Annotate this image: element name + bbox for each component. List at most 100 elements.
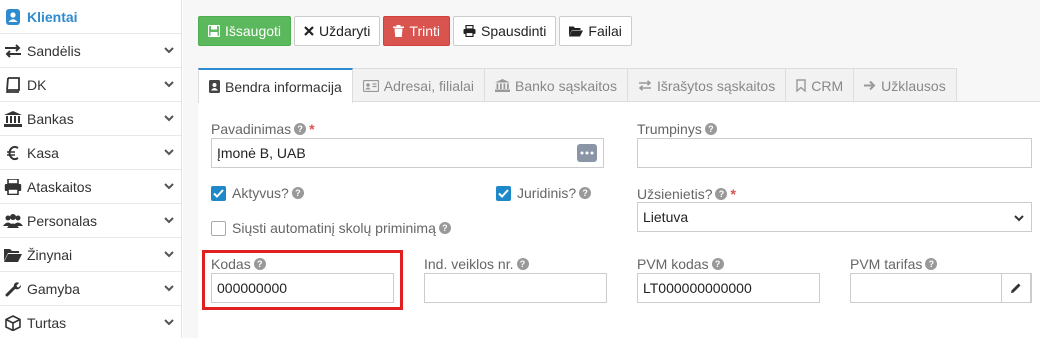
sidebar-item-sandelis[interactable]: Sandėlis bbox=[0, 34, 181, 68]
sidebar-item-label: Klientai bbox=[27, 8, 78, 25]
person-card-icon bbox=[2, 7, 24, 27]
sidebar-item-kasa[interactable]: Kasa bbox=[0, 136, 181, 170]
help-icon[interactable]: ? bbox=[438, 222, 451, 234]
help-icon[interactable]: ? bbox=[704, 123, 717, 135]
pavadinimas-value: Įmonė B, UAB bbox=[217, 145, 306, 161]
printer-icon bbox=[2, 177, 24, 197]
tab-label: Užklausos bbox=[881, 77, 946, 94]
print-button-label: Spausdinti bbox=[481, 23, 547, 39]
kodas-label: Kodas ? bbox=[211, 256, 266, 272]
print-button[interactable]: Spausdinti bbox=[453, 16, 557, 46]
trumpinys-label: Trumpinys ? bbox=[637, 121, 717, 137]
pvm-tarifas-label-text: PVM tarifas bbox=[850, 256, 923, 272]
cube-icon bbox=[2, 313, 24, 333]
trumpinys-label-text: Trumpinys bbox=[637, 121, 702, 137]
aktyvus-label: Aktyvus? bbox=[232, 185, 289, 201]
tab-label: Išrašytos sąskaitos bbox=[656, 77, 776, 94]
chevron-down-icon bbox=[164, 149, 174, 156]
files-button-label: Failai bbox=[588, 23, 622, 39]
tab-label: Bendra informacija bbox=[225, 78, 342, 95]
arrow-right-icon bbox=[864, 80, 876, 91]
sidebar-item-bankas[interactable]: Bankas bbox=[0, 102, 181, 136]
ind-veiklos-input[interactable] bbox=[424, 273, 607, 303]
close-button-label: Uždaryti bbox=[319, 23, 371, 39]
uzsienietis-label-text: Užsienietis? bbox=[637, 186, 713, 202]
tab-crm[interactable]: CRM bbox=[785, 68, 855, 102]
close-button[interactable]: Uždaryti bbox=[294, 16, 381, 46]
ind-veiklos-label: Ind. veiklos nr. ? bbox=[424, 256, 529, 272]
arrows-exchange-icon bbox=[2, 41, 24, 61]
ellipsis-icon[interactable] bbox=[577, 144, 597, 162]
tab-adresai-filialai[interactable]: Adresai, filialai bbox=[351, 68, 485, 102]
tab-israsytos-saskaitos[interactable]: Išrašytos sąskaitos bbox=[626, 68, 787, 102]
files-button[interactable]: Failai bbox=[559, 16, 632, 46]
help-icon[interactable]: ? bbox=[711, 258, 724, 270]
checkbox-checked-icon bbox=[496, 185, 511, 201]
sidebar-item-label: DK bbox=[27, 76, 47, 93]
tab-bendra-informacija[interactable]: Bendra informacija bbox=[198, 68, 353, 103]
save-button[interactable]: Išsaugoti bbox=[198, 16, 292, 46]
app-root: Klientai Sandėlis DK Bankas Kasa Ataskai… bbox=[0, 0, 1040, 338]
bank-icon bbox=[2, 109, 24, 129]
sidebar-item-klientai[interactable]: Klientai bbox=[0, 0, 181, 34]
wrench-icon bbox=[2, 279, 24, 299]
checkbox-unchecked-icon bbox=[211, 220, 226, 236]
pavadinimas-label: Pavadinimas ? * bbox=[211, 121, 315, 137]
sidebar-item-label: Gamyba bbox=[27, 280, 80, 297]
tab-label: CRM bbox=[811, 77, 844, 94]
delete-button[interactable]: Trinti bbox=[383, 16, 450, 46]
sidebar-item-label: Bankas bbox=[27, 110, 74, 127]
chevron-down-icon bbox=[164, 319, 174, 326]
pencil-icon[interactable] bbox=[1001, 273, 1031, 303]
address-card-icon bbox=[362, 79, 379, 92]
uzsienietis-select[interactable]: Lietuva bbox=[637, 202, 1032, 232]
pvm-kodas-input[interactable]: LT000000000000 bbox=[637, 273, 820, 303]
siusti-priminima-label: Siųsti automatinį skolų priminimą bbox=[232, 220, 436, 236]
sidebar: Klientai Sandėlis DK Bankas Kasa Ataskai… bbox=[0, 0, 182, 338]
delete-button-label: Trinti bbox=[409, 23, 440, 39]
sidebar-item-gamyba[interactable]: Gamyba bbox=[0, 272, 181, 306]
sidebar-item-personalas[interactable]: Personalas bbox=[0, 204, 181, 238]
chevron-down-icon bbox=[164, 81, 174, 88]
pvm-kodas-label-text: PVM kodas bbox=[637, 256, 709, 272]
sidebar-item-dk[interactable]: DK bbox=[0, 68, 181, 102]
siusti-priminima-checkbox[interactable]: Siųsti automatinį skolų priminimą ? bbox=[211, 220, 451, 236]
uzsienietis-value: Lietuva bbox=[643, 209, 689, 225]
help-icon[interactable]: ? bbox=[516, 258, 529, 270]
bookmark-icon bbox=[796, 79, 806, 92]
sidebar-item-zinynai[interactable]: Žinynai bbox=[0, 238, 181, 272]
book-icon bbox=[2, 75, 24, 95]
tab-uzklausos[interactable]: Užklausos bbox=[853, 68, 957, 102]
tab-banko-saskaitos[interactable]: Banko sąskaitos bbox=[484, 68, 628, 102]
help-icon[interactable]: ? bbox=[294, 123, 307, 135]
sidebar-item-label: Sandėlis bbox=[27, 42, 81, 59]
folder-open-icon bbox=[2, 245, 24, 265]
sidebar-item-ataskaitos[interactable]: Ataskaitos bbox=[0, 170, 181, 204]
kodas-input[interactable]: 000000000 bbox=[211, 273, 394, 303]
juridinis-checkbox[interactable]: Juridinis? ? bbox=[496, 185, 592, 201]
aktyvus-checkbox[interactable]: Aktyvus? ? bbox=[211, 185, 304, 201]
chevron-down-icon bbox=[164, 285, 174, 292]
sidebar-item-turtas[interactable]: Turtas bbox=[0, 306, 181, 338]
help-icon[interactable]: ? bbox=[715, 188, 728, 200]
sidebar-item-label: Ataskaitos bbox=[27, 178, 92, 195]
checkbox-checked-icon bbox=[211, 185, 226, 201]
kodas-label-text: Kodas bbox=[211, 256, 251, 272]
euro-icon bbox=[2, 143, 24, 163]
pvm-kodas-value: LT000000000000 bbox=[643, 280, 752, 296]
toolbar: Išsaugoti Uždaryti Trinti Spausdinti Fai… bbox=[198, 16, 632, 46]
bank-icon bbox=[495, 79, 510, 92]
pvm-kodas-label: PVM kodas ? bbox=[637, 256, 724, 272]
pavadinimas-input[interactable]: Įmonė B, UAB bbox=[211, 138, 604, 168]
help-icon[interactable]: ? bbox=[925, 258, 938, 270]
chevron-down-icon bbox=[164, 217, 174, 224]
pvm-tarifas-input[interactable] bbox=[850, 273, 1032, 303]
help-icon[interactable]: ? bbox=[579, 187, 592, 199]
help-icon[interactable]: ? bbox=[291, 187, 304, 199]
pavadinimas-label-text: Pavadinimas bbox=[211, 121, 292, 137]
tab-label: Banko sąskaitos bbox=[515, 77, 617, 94]
help-icon[interactable]: ? bbox=[253, 258, 266, 270]
required-mark: * bbox=[309, 121, 315, 137]
trumpinys-input[interactable] bbox=[637, 138, 1032, 168]
floppy-disk-icon bbox=[208, 25, 220, 37]
